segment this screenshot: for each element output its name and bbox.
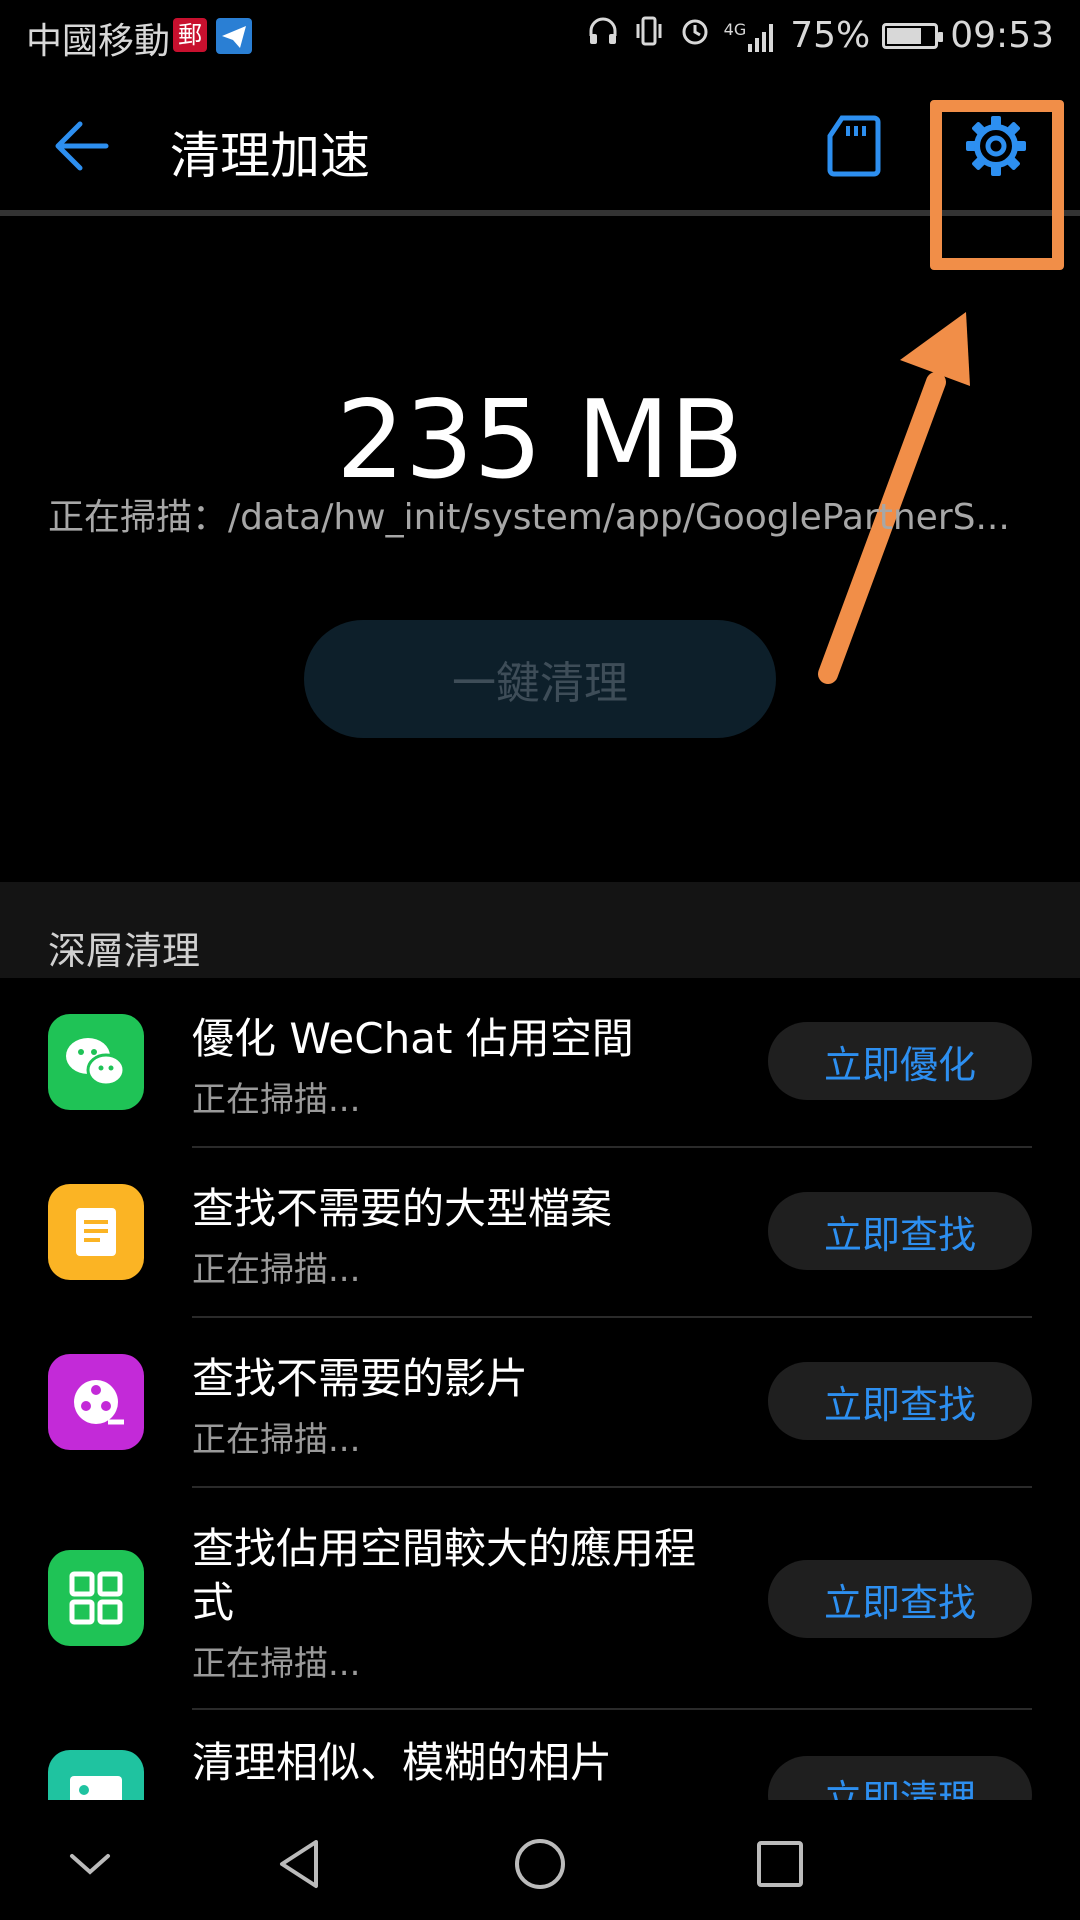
vibrate-icon <box>632 14 666 57</box>
item-title: 清理相似、模糊的相片 <box>192 1738 613 1787</box>
back-arrow-icon[interactable] <box>50 114 114 178</box>
item-title: 查找佔用空間較大的應用程式 <box>192 1524 697 1627</box>
battery-percent: 75% <box>790 15 871 56</box>
scan-path: 正在掃描：/data/hw_init/system/app/GooglePart… <box>48 497 1010 538</box>
clean-button[interactable]: 立即清理 <box>768 1756 1032 1800</box>
find-button[interactable]: 立即查找 <box>768 1362 1032 1440</box>
signal-icon: 4G <box>724 20 779 52</box>
header-divider <box>0 210 1080 216</box>
alarm-icon <box>678 14 712 57</box>
list-item[interactable]: 查找不需要的影片 正在掃描... 立即查找 <box>0 1318 1080 1488</box>
navigation-bar <box>0 1800 1080 1920</box>
one-click-clean-button[interactable]: 一鍵清理 <box>304 620 776 738</box>
sd-card-icon[interactable] <box>826 114 882 178</box>
deep-clean-list: 優化 WeChat 佔用空間 正在掃描... 立即優化 查找不需要的大型檔案 正… <box>0 978 1080 1800</box>
clock: 09:53 <box>950 15 1054 56</box>
film-reel-icon <box>48 1354 144 1450</box>
wechat-icon <box>48 1014 144 1110</box>
status-icons: 4G 75% 09:53 <box>586 14 1054 57</box>
item-title: 查找不需要的大型檔案 <box>192 1184 613 1233</box>
list-item[interactable]: 優化 WeChat 佔用空間 正在掃描... 立即優化 <box>0 978 1080 1148</box>
item-status: 正在掃描... <box>192 1080 361 1120</box>
status-bar: 中國移動 郵 4G 75% 09:53 <box>0 0 1080 76</box>
item-status: 正在掃描... <box>192 1644 361 1684</box>
list-item[interactable]: 查找佔用空間較大的應用程式 正在掃描... 立即查找 <box>0 1488 1080 1710</box>
carrier-name: 中國移動 <box>26 21 171 62</box>
page-title: 清理加速 <box>170 127 370 185</box>
chevron-down-icon[interactable] <box>62 1836 118 1892</box>
app-bar: 清理加速 <box>0 76 1080 210</box>
network-type: 4G <box>723 19 747 39</box>
item-title: 查找不需要的影片 <box>192 1354 529 1403</box>
recents-square-icon[interactable] <box>752 1836 808 1892</box>
battery-icon <box>882 22 944 49</box>
find-button[interactable]: 立即查找 <box>768 1560 1032 1638</box>
optimize-button[interactable]: 立即優化 <box>768 1022 1032 1100</box>
home-circle-icon[interactable] <box>512 1836 568 1892</box>
junk-size: 235 MB <box>336 378 744 503</box>
photo-icon <box>48 1750 144 1800</box>
document-icon <box>48 1184 144 1280</box>
item-title: 優化 WeChat 佔用空間 <box>192 1014 634 1063</box>
list-item[interactable]: 查找不需要的大型檔案 正在掃描... 立即查找 <box>0 1148 1080 1318</box>
section-header: 深層清理 <box>0 882 1080 978</box>
list-item[interactable]: 清理相似、模糊的相片 立即清理 <box>0 1710 1080 1800</box>
telegram-icon <box>216 18 252 54</box>
headphones-icon <box>586 14 620 57</box>
highlight-box <box>930 100 1064 270</box>
find-button[interactable]: 立即查找 <box>768 1192 1032 1270</box>
back-triangle-icon[interactable] <box>272 1836 328 1892</box>
section-title: 深層清理 <box>48 929 201 973</box>
post-app-icon: 郵 <box>173 18 207 52</box>
item-status: 正在掃描... <box>192 1420 361 1460</box>
item-status: 正在掃描... <box>192 1250 361 1290</box>
apps-grid-icon <box>48 1550 144 1646</box>
